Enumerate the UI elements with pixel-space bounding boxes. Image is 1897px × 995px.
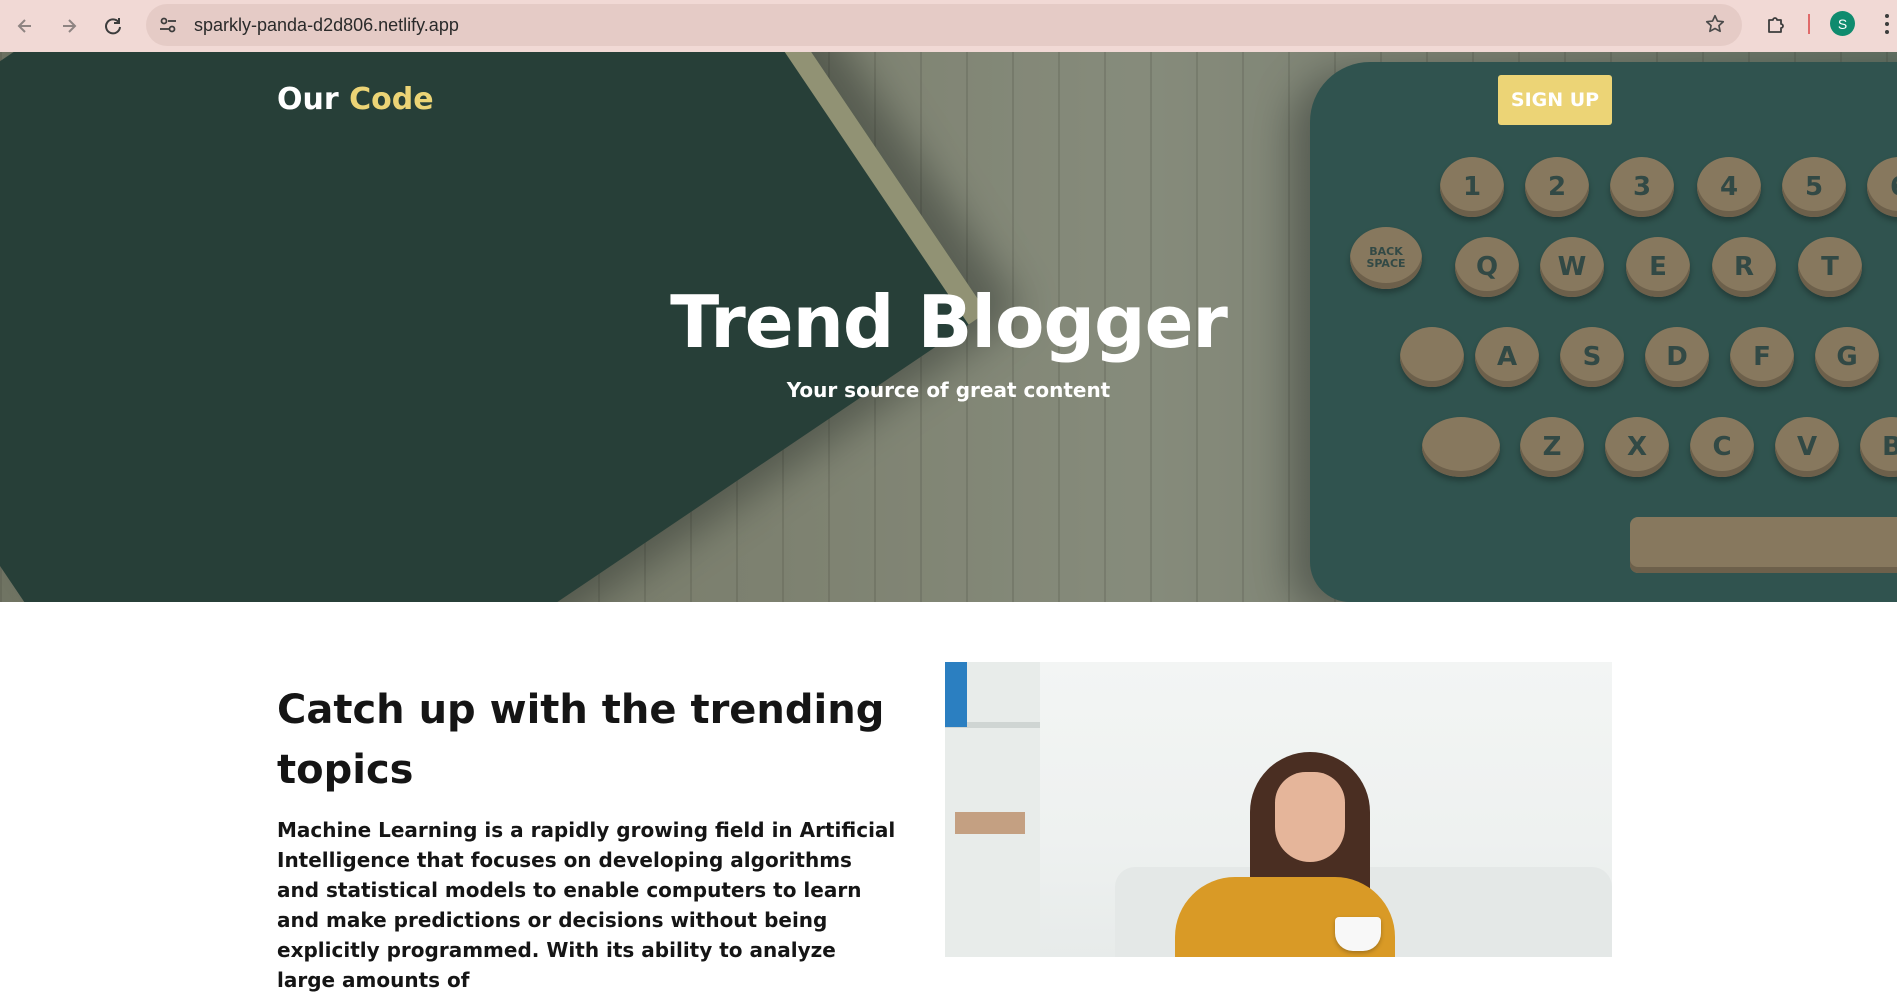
- photo-woman-face: [1275, 772, 1345, 862]
- photo-book: [955, 812, 1025, 834]
- woman-with-coffee-photo: [945, 662, 1612, 957]
- site-info-button[interactable]: [154, 11, 182, 39]
- hero-subtitle: Your source of great content: [786, 378, 1111, 402]
- arrow-right-icon: [63, 19, 77, 33]
- kebab-dot: [1885, 30, 1889, 34]
- kebab-icon: [1885, 14, 1889, 18]
- section-heading: Catch up with the trending topics: [277, 687, 885, 793]
- forward-button[interactable]: [50, 7, 88, 45]
- reload-button[interactable]: [94, 7, 132, 45]
- photo-book: [945, 662, 967, 727]
- tune-icon: [160, 17, 176, 33]
- site-logo[interactable]: Our Code: [277, 82, 434, 117]
- profile-avatar[interactable]: S: [1830, 11, 1855, 36]
- logo-primary-text: Our: [277, 82, 339, 117]
- star-icon: [1705, 14, 1725, 33]
- section-body-text: Machine Learning is a rapidly growing fi…: [277, 818, 896, 992]
- reload-icon: [105, 18, 121, 35]
- hero-title: Trend Blogger: [670, 280, 1228, 364]
- arrow-left-icon: [17, 19, 31, 33]
- photo-coffee-cup: [1335, 917, 1381, 951]
- toolbar-divider: [1808, 14, 1810, 34]
- browser-menu-button[interactable]: [1880, 10, 1894, 38]
- logo-accent-text: Code: [349, 82, 434, 117]
- sign-up-button[interactable]: SIGN UP: [1498, 75, 1612, 125]
- browser-toolbar: sparkly-panda-d2d806.netlify.app S: [0, 0, 1897, 52]
- extensions-button[interactable]: [1762, 9, 1792, 39]
- address-bar[interactable]: sparkly-panda-d2d806.netlify.app: [146, 4, 1742, 46]
- url-text[interactable]: sparkly-panda-d2d806.netlify.app: [194, 15, 459, 36]
- kebab-dot: [1885, 22, 1889, 26]
- hero-banner: BACK SPACE 1 2 3 4 5 6 Q W E R T A S D F…: [0, 52, 1897, 602]
- bookmark-star-button[interactable]: [1704, 13, 1726, 40]
- puzzle-icon: [1768, 17, 1784, 33]
- back-button[interactable]: [6, 7, 44, 45]
